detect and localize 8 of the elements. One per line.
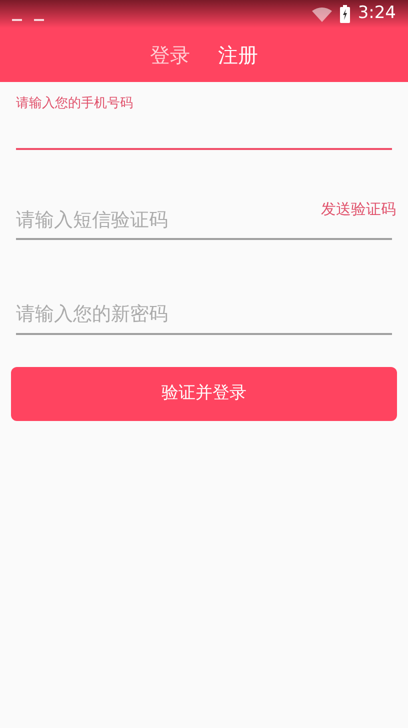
wifi-icon [312,6,332,22]
input-field[interactable]: 请输入您的新密码 [16,300,392,334]
battery-icon [340,5,350,23]
clock-time: 3:24 [358,2,396,26]
tab[interactable]: 注册 [218,40,258,70]
tab[interactable]: 登录 [150,40,190,70]
phone-field[interactable]: 请输入您的手机号码 [16,94,392,150]
submit-button[interactable]: 验证并登录 [11,366,397,420]
